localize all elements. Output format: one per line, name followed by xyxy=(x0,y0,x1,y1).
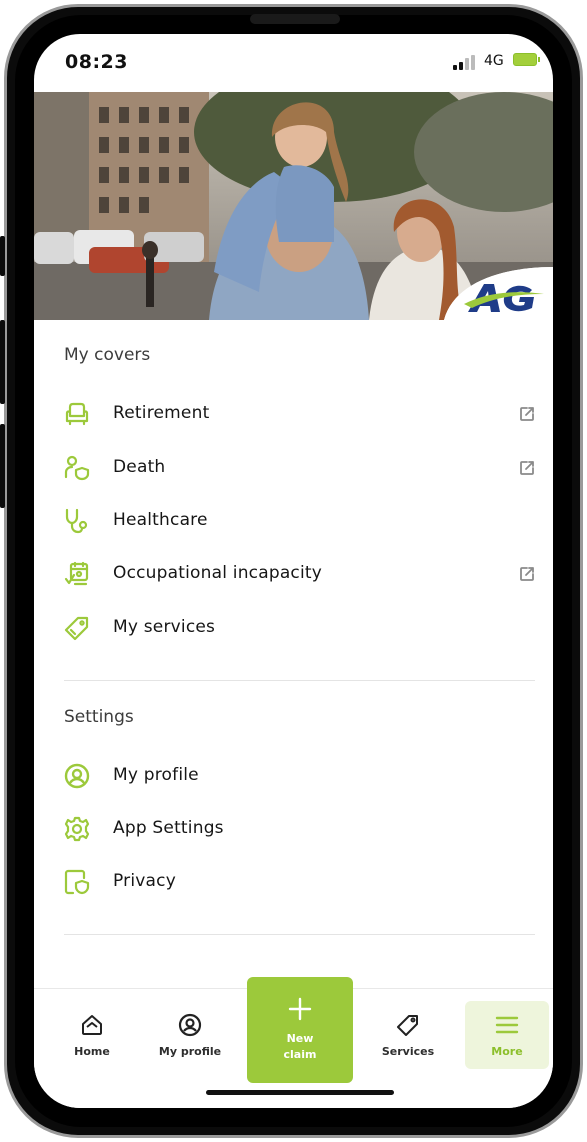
battery-icon xyxy=(513,53,537,66)
tag-icon xyxy=(64,616,89,641)
tab-services[interactable]: Services xyxy=(370,989,446,1079)
tab-more[interactable]: More xyxy=(465,989,549,1079)
menu-item-app-settings[interactable]: App Settings xyxy=(34,807,553,851)
home-icon xyxy=(82,1015,102,1035)
app-screen: 08:23 4G My covers Retirement Death Heal… xyxy=(34,34,553,1108)
hero-image xyxy=(34,92,553,320)
menu-item-my-services[interactable]: My services xyxy=(34,606,553,650)
menu-item-retirement[interactable]: Retirement xyxy=(34,392,553,436)
armchair-icon xyxy=(65,402,89,426)
status-bar: 08:23 4G xyxy=(34,34,553,92)
tab-label: Services xyxy=(381,1045,435,1058)
external-link-icon xyxy=(520,567,534,581)
stethoscope-icon xyxy=(65,508,88,534)
tab-label: More xyxy=(491,1045,523,1058)
signal-icon xyxy=(453,54,479,70)
settings-title: Settings xyxy=(64,707,134,727)
menu-item-healthcare[interactable]: Healthcare xyxy=(34,499,553,543)
tag-icon xyxy=(397,1015,418,1036)
speaker-grille xyxy=(250,14,340,24)
menu-label: Healthcare xyxy=(113,510,208,530)
section-divider xyxy=(64,680,535,681)
external-link-icon xyxy=(520,407,534,421)
plus-icon xyxy=(288,997,312,1021)
person-shield-icon xyxy=(64,455,90,481)
menu-item-my-profile[interactable]: My profile xyxy=(34,754,553,798)
menu-item-privacy[interactable]: Privacy xyxy=(34,860,553,904)
profile-icon xyxy=(178,1013,202,1037)
menu-label: Death xyxy=(113,457,166,477)
battery-tip xyxy=(538,57,540,62)
menu-label: Retirement xyxy=(113,403,210,423)
volume-down-button xyxy=(0,424,5,508)
document-shield-icon xyxy=(64,869,90,895)
tab-home[interactable]: Home xyxy=(54,989,130,1079)
section-divider xyxy=(64,934,535,935)
new-claim-button[interactable]: New claim xyxy=(247,977,353,1083)
mute-switch xyxy=(0,236,5,276)
status-time: 08:23 xyxy=(65,51,128,73)
gear-icon xyxy=(64,816,90,842)
menu-icon xyxy=(495,1016,519,1034)
menu-item-death[interactable]: Death xyxy=(34,446,553,490)
volume-up-button xyxy=(0,320,5,404)
menu-label: Occupational incapacity xyxy=(113,563,323,583)
menu-label: My profile xyxy=(113,765,199,785)
menu-label: Privacy xyxy=(113,871,176,891)
my-covers-title: My covers xyxy=(64,345,151,365)
new-claim-label: New claim xyxy=(283,1032,317,1061)
calendar-person-icon xyxy=(64,561,89,586)
profile-icon xyxy=(64,763,90,789)
external-link-icon xyxy=(520,461,534,475)
menu-label: My services xyxy=(113,617,216,637)
tab-my-profile[interactable]: My profile xyxy=(152,989,228,1079)
tab-label: Home xyxy=(74,1045,110,1058)
menu-item-occupational-incapacity[interactable]: Occupational incapacity xyxy=(34,552,553,596)
ag-logo xyxy=(464,284,544,312)
menu-label: App Settings xyxy=(113,818,224,838)
network-type: 4G xyxy=(484,53,504,69)
tab-label: My profile xyxy=(158,1045,222,1058)
home-indicator[interactable] xyxy=(206,1090,394,1095)
